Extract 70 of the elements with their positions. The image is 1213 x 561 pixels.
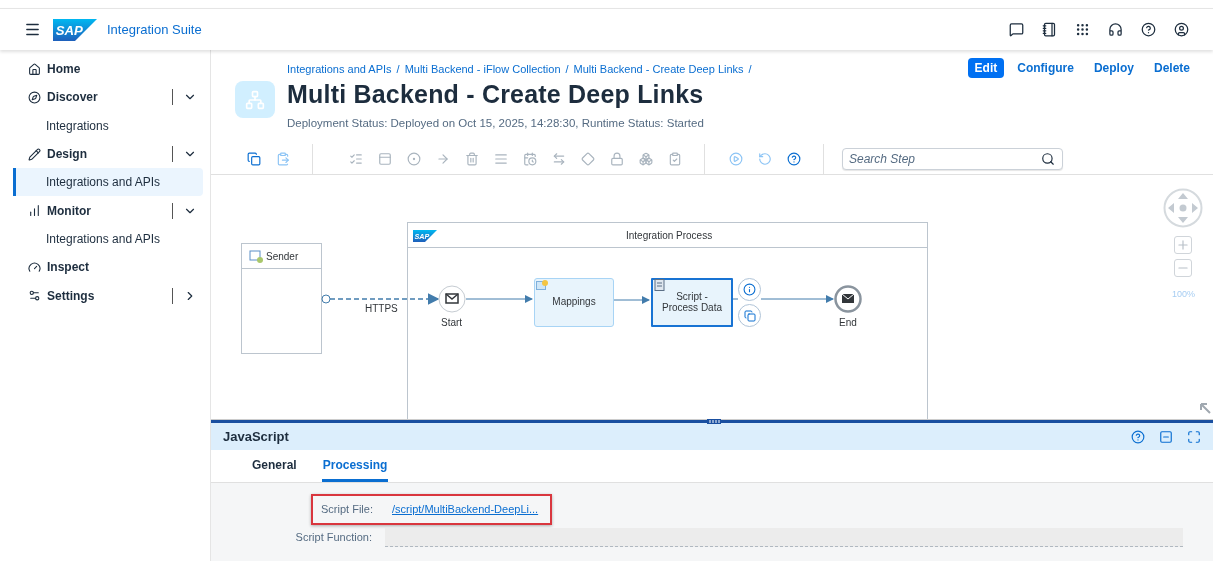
panel-title: JavaScript: [223, 429, 289, 444]
info-icon: [743, 283, 756, 296]
search-icon[interactable]: [1041, 152, 1055, 166]
action-button[interactable]: Deploy: [1086, 58, 1141, 78]
minimize-icon[interactable]: [1159, 429, 1173, 444]
end-label: End: [839, 317, 857, 328]
sequence-flow: [465, 295, 533, 303]
nav-item[interactable]: Home: [13, 55, 203, 84]
logo: SAP: [53, 18, 97, 41]
sender-label: Sender: [266, 251, 299, 262]
action-button[interactable]: Configure: [1010, 58, 1081, 78]
script-icon: [654, 279, 666, 291]
nav-item[interactable]: Design: [13, 139, 203, 169]
breadcrumb-separator: /: [565, 63, 569, 77]
nav-icon: [28, 204, 41, 218]
user-icon[interactable]: [1174, 22, 1189, 37]
sequence-flow: [613, 296, 650, 304]
nav-item[interactable]: Inspect: [13, 253, 203, 282]
nav-icon: [28, 62, 41, 76]
nav-item[interactable]: Discover: [13, 83, 203, 112]
deployment-status: Deployment Status: Deployed on Oct 15, 2025, 14:28:30, Runtime Status: Started: [287, 117, 704, 129]
zoom-out-button[interactable]: [1174, 259, 1192, 277]
input-field[interactable]: [385, 527, 1183, 547]
breadcrumb-separator: /: [748, 63, 752, 77]
panel-tab[interactable]: General: [251, 450, 298, 482]
nav-icon: [28, 289, 41, 302]
breadcrumb-separator: /: [396, 63, 400, 77]
sender-icon: [249, 250, 263, 263]
zoom-level: 100%: [1172, 289, 1196, 299]
menu-button[interactable]: [24, 21, 41, 38]
copy-icon: [743, 309, 756, 322]
search-field[interactable]: Search Step: [842, 148, 1063, 170]
process-step[interactable]: Mappings: [534, 278, 614, 327]
iflow-icon: [235, 81, 275, 118]
product-name: Integration Suite: [107, 22, 202, 37]
breadcrumb-link[interactable]: Integrations and APIs: [287, 63, 392, 78]
notebook-icon[interactable]: [1042, 22, 1057, 37]
zoom-in-button[interactable]: [1174, 236, 1192, 254]
mapping-icon: [536, 280, 548, 290]
nav-item[interactable]: Integrations and APIs: [13, 224, 203, 254]
action-button[interactable]: Delete: [1146, 58, 1197, 78]
pool-title: Integration Process: [626, 230, 713, 241]
nav-icon: [28, 260, 41, 274]
plus-icon: [1176, 238, 1190, 252]
field-label: Script Function:: [294, 531, 372, 543]
breadcrumb-link[interactable]: Multi Backend - Create Deep Links: [573, 63, 744, 78]
nav-icon: [28, 147, 41, 161]
connection-label: HTTPS: [365, 303, 398, 314]
start-label: Start: [441, 317, 463, 328]
grid-icon[interactable]: [1075, 22, 1090, 37]
nav-item[interactable]: Monitor: [13, 196, 203, 225]
nav-item[interactable]: Integrations and APIs: [13, 168, 203, 197]
script-file-link[interactable]: /script/MultiBackend-DeepLi...: [392, 503, 539, 515]
nav-item[interactable]: Integrations: [13, 111, 203, 140]
collapse-arrow-icon[interactable]: [1200, 403, 1211, 414]
copy-icon[interactable]: [247, 152, 261, 166]
breadcrumb-link[interactable]: Multi Backend - iFlow Collection: [404, 63, 561, 78]
pan-control-icon[interactable]: [1163, 188, 1203, 228]
chat-icon[interactable]: [1009, 22, 1024, 37]
nav-item[interactable]: Settings: [13, 281, 203, 310]
resize-handle-icon[interactable]: [707, 419, 721, 424]
page-title: Multi Backend - Create Deep Links: [287, 80, 704, 109]
field-label: Script File:: [320, 503, 373, 515]
start-event: [438, 285, 466, 313]
nav-icon: [28, 90, 41, 104]
headset-icon[interactable]: [1108, 22, 1123, 37]
process-step[interactable]: Script - Process Data: [651, 278, 733, 327]
action-button[interactable]: Edit: [967, 58, 1005, 78]
fullscreen-icon[interactable]: [1187, 429, 1201, 444]
help-icon[interactable]: [1141, 22, 1156, 37]
